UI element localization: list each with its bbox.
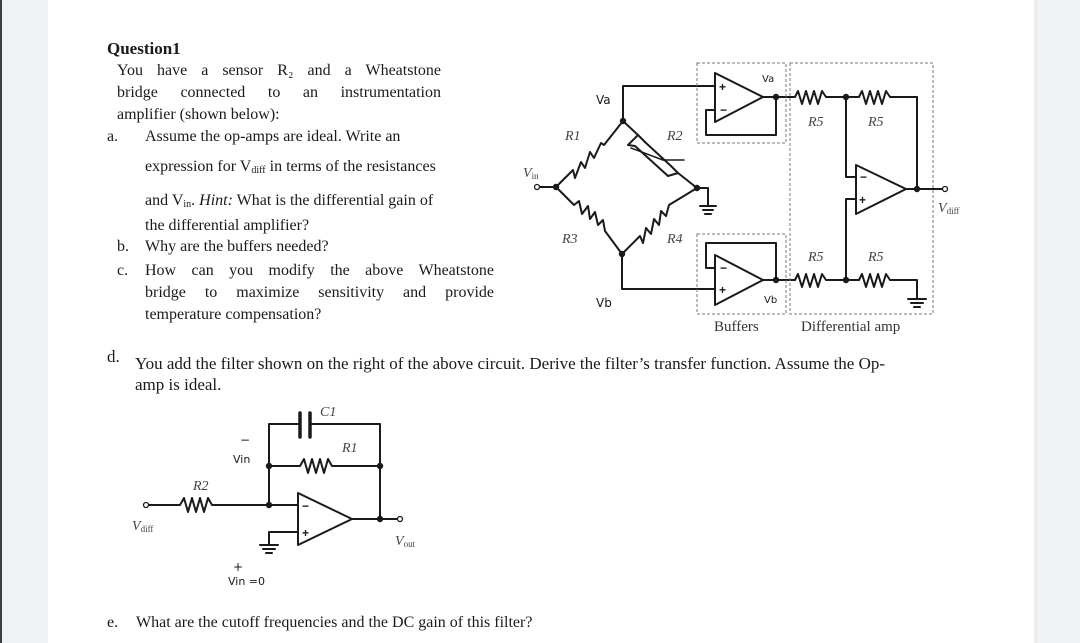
minus-sign: − [302,499,309,513]
wire [268,423,301,506]
label-vin-minus: Vin [233,453,250,466]
resistor-r1-feedback [268,458,381,474]
node [376,515,384,523]
label-vout: Vout [395,534,416,549]
wire [268,531,299,546]
label-r1: R1 [341,441,358,456]
vout-terminal [396,515,404,523]
subscript: out [404,539,416,549]
label-plus-superscript: + [233,560,243,574]
vdiff-input-terminal [142,501,150,509]
label-r2: R2 [192,479,209,494]
node [265,462,273,470]
subscript: diff [141,524,154,534]
filter-circuit: − + C1 R1 R2 Vdiff Vout Vin − Vin =0 + [132,405,416,588]
node [376,462,384,470]
label-vin-plus: Vin =0 [228,575,265,588]
label-minus-superscript: − [240,433,250,447]
label-c1: C1 [320,405,336,420]
label-vdiff: Vdiff [132,519,153,534]
resistor-r2 [148,497,270,513]
plus-sign: + [302,526,309,540]
